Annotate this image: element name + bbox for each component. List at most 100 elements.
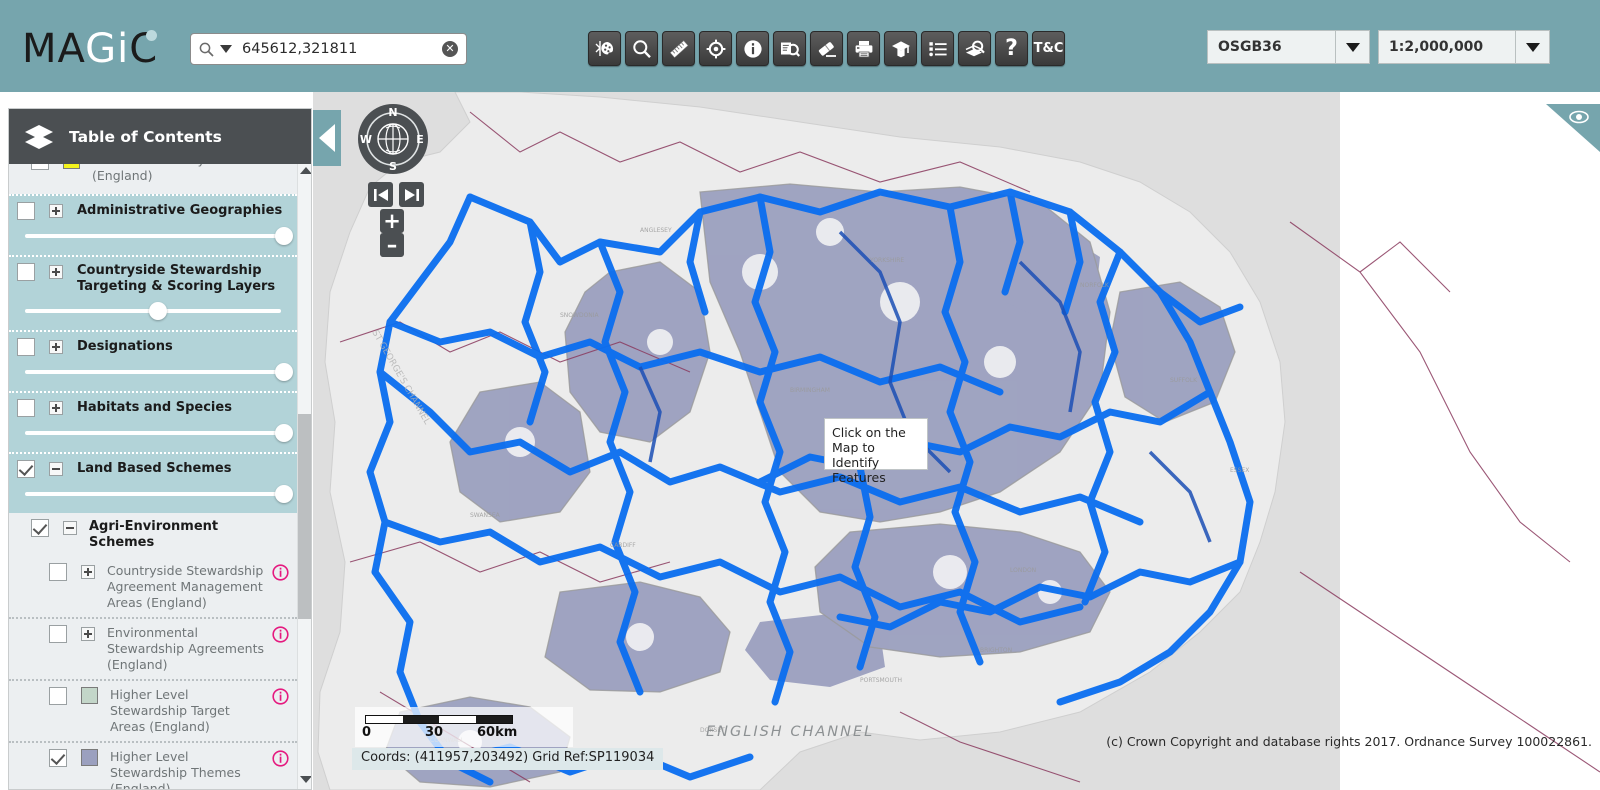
sidebar-item-cs-agreement-management-areas[interactable]: Countryside Stewardship Agreement Manage… [9,557,297,619]
coordinates-readout: Coords: (411957,203492) Grid Ref:SP11903… [352,748,664,770]
svg-text:ANGLESEY: ANGLESEY [640,227,672,234]
svg-text:SNOWDONIA: SNOWDONIA [560,312,600,319]
clear-icon[interactable]: ✕ [442,41,458,57]
identify-button[interactable] [773,31,806,66]
layer-checkbox[interactable] [49,749,67,767]
chevron-down-icon[interactable] [220,45,232,53]
chevron-down-icon[interactable] [1515,31,1549,63]
sidebar-item-agri-environment-schemes[interactable]: Agri-Environment Schemes [9,513,297,557]
app-logo: MAGiC [22,26,159,72]
toc-header: Table of Contents [9,109,311,164]
scale-bar: 0 30 60km [355,707,573,747]
opacity-slider[interactable] [17,424,293,442]
collapse-icon[interactable] [63,521,77,535]
group-checkbox[interactable] [17,263,35,281]
svg-text:PORTSMOUTH: PORTSMOUTH [860,677,902,684]
search-button[interactable] [625,31,658,66]
group-checkbox[interactable] [17,202,35,220]
expand-icon[interactable] [49,204,63,218]
sidebar-item-administrative-geographies[interactable]: Administrative Geographies [9,194,297,255]
previous-extent-icon[interactable] [368,182,393,207]
erase-button[interactable] [810,31,843,66]
sidebar-scrollbar[interactable] [297,164,311,789]
opacity-slider[interactable] [17,363,293,381]
group-label: Habitats and Species [77,400,232,415]
opacity-slider[interactable] [17,227,293,245]
scroll-down-icon[interactable] [300,776,311,788]
sidebar-item-land-based-schemes[interactable]: Land Based Schemes [9,452,297,513]
layer-label: Higher Level Stewardship Themes (England… [110,749,241,790]
scale-tick-1: 30 [425,725,444,740]
sidebar-item-countryside-stewardship-targeting[interactable]: Countryside Stewardship Targeting & Scor… [9,255,297,330]
layer-label: 2000 - Access Layer (England) [92,164,218,183]
info-button[interactable] [736,31,769,66]
zoom-in-button[interactable]: + [380,209,404,233]
annotate-button[interactable] [884,31,917,66]
group-checkbox[interactable] [17,399,35,417]
svg-text:SUFFOLK: SUFFOLK [1170,377,1198,384]
compass-icon[interactable]: N S E W [357,103,429,175]
info-icon[interactable] [272,626,289,643]
info-icon[interactable] [272,688,289,705]
app-header: MAGiC 645612,321811 ✕ ? T&C OSGB36 1:2,0… [0,0,1600,92]
svg-text:CARDIFF: CARDIFF [610,542,636,549]
expand-icon[interactable] [49,401,63,415]
search-value[interactable]: 645612,321811 [242,41,442,57]
sidebar-item-hls-themes[interactable]: Higher Level Stewardship Themes (England… [9,743,297,790]
svg-text:YORKSHIRE: YORKSHIRE [869,257,904,264]
help-button[interactable]: ? [995,31,1028,66]
svg-text:BRIGHTON: BRIGHTON [980,647,1012,654]
search-input[interactable]: 645612,321811 ✕ [190,33,467,65]
opacity-slider[interactable] [17,485,293,503]
zoom-out-button[interactable]: – [380,233,404,257]
sidebar-item-environmental-stewardship-agreements[interactable]: Environmental Stewardship Agreements (En… [9,619,297,681]
expand-icon[interactable] [49,340,63,354]
opacity-slider[interactable] [17,302,289,320]
layer-checkbox[interactable] [31,519,49,537]
group-label: Designations [77,339,173,354]
sidebar-item-hls-target-areas[interactable]: Higher Level Stewardship Target Areas (E… [9,681,297,743]
scroll-up-icon[interactable] [300,167,311,179]
list-item[interactable]: 2000 - Access Layer (England) [9,164,297,194]
search-layers-button[interactable] [958,31,991,66]
layer-checkbox[interactable] [49,563,67,581]
measure-button[interactable] [662,31,695,66]
legend-button[interactable] [921,31,954,66]
expand-icon[interactable] [81,627,95,641]
scale-select[interactable]: 1:2,000,000 [1378,30,1550,64]
layer-checkbox[interactable] [31,164,49,170]
group-label: Countryside Stewardship Targeting & Scor… [77,263,276,294]
copyright-notice: (c) Crown Copyright and database rights … [1106,734,1592,749]
projection-select[interactable]: OSGB36 [1207,30,1370,64]
info-icon[interactable] [272,564,289,581]
scrollbar-thumb[interactable] [298,414,311,619]
svg-text:E: E [416,133,424,146]
expand-icon[interactable] [81,565,95,579]
sidebar-item-habitats-and-species[interactable]: Habitats and Species [9,391,297,452]
sidebar-item-designations[interactable]: Designations [9,330,297,391]
chevron-down-icon[interactable] [1335,31,1369,63]
layer-checkbox[interactable] [49,625,67,643]
sea-label: ENGLISH CHANNEL [706,724,875,740]
print-button[interactable] [847,31,880,66]
layer-tree: 2000 - Access Layer (England) Administra… [9,164,297,790]
layer-swatch [81,749,98,766]
layer-checkbox[interactable] [49,687,67,705]
svg-text:N: N [388,106,397,119]
map-styling-button[interactable] [588,31,621,66]
expand-icon[interactable] [49,265,63,279]
info-icon[interactable] [272,750,289,767]
logo-dot [146,30,157,41]
toc-scroll-body[interactable]: 2000 - Access Layer (England) Administra… [9,164,311,790]
group-checkbox[interactable] [17,460,35,478]
scale-tick-2: 60km [477,725,518,740]
eye-icon[interactable] [1540,104,1600,152]
magic-map-application: CARDIFF SWANSEA SNOWDONIA NORFOLK SUFFOLK B… [0,0,1600,790]
collapse-icon[interactable] [49,462,63,476]
group-checkbox[interactable] [17,338,35,356]
chevron-left-icon[interactable] [313,110,341,166]
terms-button[interactable]: T&C [1032,31,1065,66]
next-extent-icon[interactable] [399,182,424,207]
svg-text:BIRMINGHAM: BIRMINGHAM [790,387,830,394]
locate-button[interactable] [699,31,732,66]
